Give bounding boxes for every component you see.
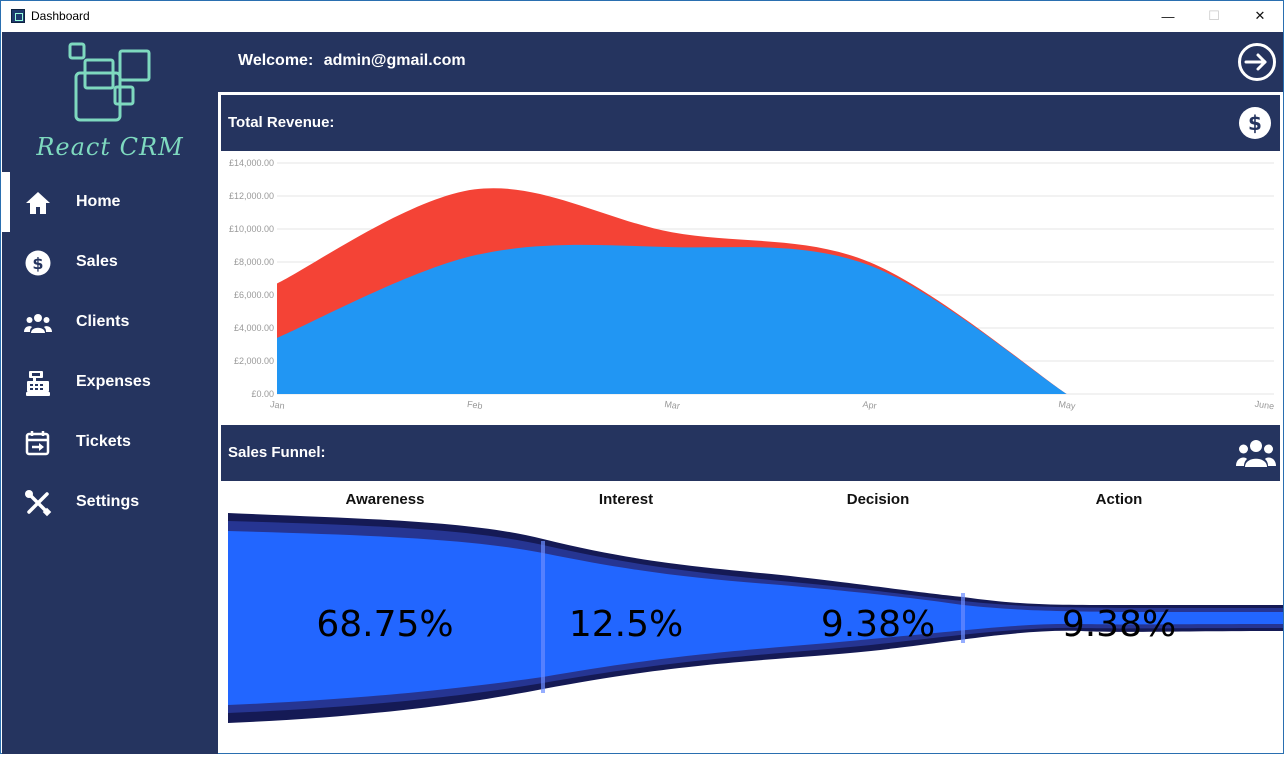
calendar-arrow-icon [25, 431, 50, 456]
app-icon [11, 9, 25, 23]
sidebar-item-tickets[interactable]: Tickets [2, 412, 218, 472]
maximize-button[interactable]: ☐ [1191, 1, 1237, 31]
revenue-panel-header: Total Revenue: $ [221, 95, 1280, 151]
tools-icon [25, 490, 52, 517]
close-button[interactable]: ✕ [1237, 1, 1283, 31]
welcome-message: Welcome: admin@gmail.com [238, 52, 466, 70]
funnel-stage-percent: 68.75% [316, 604, 453, 645]
sidebar-item-label: Home [76, 193, 121, 210]
sidebar-item-label: Expenses [76, 373, 151, 390]
y-tick-label: £0.00 [251, 389, 274, 399]
svg-text:$: $ [32, 254, 43, 273]
dollar-circle-icon: $ [25, 250, 51, 276]
x-tick-label: Apr [862, 399, 877, 411]
funnel-panel-header: Sales Funnel: [221, 425, 1280, 481]
cash-register-icon [26, 371, 50, 396]
funnel-stage-label: Interest [599, 491, 653, 508]
sidebar-item-home[interactable]: Home [2, 172, 218, 232]
revenue-chart: £0.00 £2,000.00 £4,000.00 £6,000.00 £8,000.0… [229, 158, 1275, 412]
y-tick-label: £12,000.00 [229, 191, 274, 201]
funnel-stage-percent: 12.5% [569, 604, 683, 645]
y-tick-label: £14,000.00 [229, 158, 274, 168]
y-tick-label: £4,000.00 [234, 323, 274, 333]
sidebar-item-label: Sales [76, 253, 118, 270]
sidebar: React CRM Home $ Sales Clients Expenses … [2, 32, 218, 754]
logout-icon[interactable] [1237, 42, 1277, 82]
funnel-graphic: Awareness Interest Decision Action 68.75… [228, 491, 1283, 723]
revenue-chart-area: £0.00 £2,000.00 £4,000.00 £6,000.00 £8,000.0… [221, 151, 1280, 421]
top-bar: Welcome: admin@gmail.com [218, 32, 1283, 92]
logo: React CRM [2, 32, 218, 167]
sidebar-item-clients[interactable]: Clients [2, 292, 218, 352]
window-title: Dashboard [31, 9, 90, 23]
title-bar: Dashboard — ☐ ✕ [1, 1, 1283, 31]
x-tick-label: Mar [664, 399, 681, 411]
welcome-label: Welcome: [238, 52, 314, 69]
app-window: Dashboard — ☐ ✕ React CRM Home $ Sales C… [0, 0, 1284, 754]
sidebar-item-label: Tickets [76, 433, 131, 450]
user-email: admin@gmail.com [323, 52, 466, 69]
funnel-panel-title: Sales Funnel: [228, 444, 326, 461]
users-icon [24, 314, 52, 333]
y-tick-label: £10,000.00 [229, 224, 274, 234]
y-tick-label: £8,000.00 [234, 257, 274, 267]
window-controls: — ☐ ✕ [1145, 1, 1283, 31]
sales-funnel: Awareness Interest Decision Action 68.75… [221, 481, 1283, 753]
users-icon [1236, 440, 1276, 467]
funnel-stage-label: Action [1096, 491, 1143, 508]
sidebar-item-label: Settings [76, 493, 140, 510]
revenue-panel-title: Total Revenue: [228, 114, 335, 131]
sidebar-item-expenses[interactable]: Expenses [2, 352, 218, 412]
x-tick-label: May [1058, 399, 1077, 411]
sidebar-item-sales[interactable]: $ Sales [2, 232, 218, 292]
y-tick-label: £6,000.00 [234, 290, 274, 300]
funnel-stage-label: Decision [847, 491, 910, 508]
home-icon [26, 192, 50, 214]
x-tick-label: June [1254, 399, 1275, 412]
dollar-circle-icon: $ [1239, 107, 1271, 139]
funnel-stage-label: Awareness [346, 491, 425, 508]
sidebar-item-settings[interactable]: Settings [2, 472, 218, 532]
funnel-stage-percent: 9.38% [1062, 604, 1176, 645]
logo-text: React CRM [36, 133, 184, 161]
x-tick-label: Jan [270, 399, 286, 411]
minimize-button[interactable]: — [1145, 1, 1191, 31]
y-tick-label: £2,000.00 [234, 356, 274, 366]
logo-icon [68, 42, 151, 122]
funnel-stage-percent: 9.38% [821, 604, 935, 645]
svg-text:$: $ [1248, 111, 1262, 135]
sidebar-item-label: Clients [76, 313, 130, 330]
x-tick-label: Feb [466, 399, 483, 411]
